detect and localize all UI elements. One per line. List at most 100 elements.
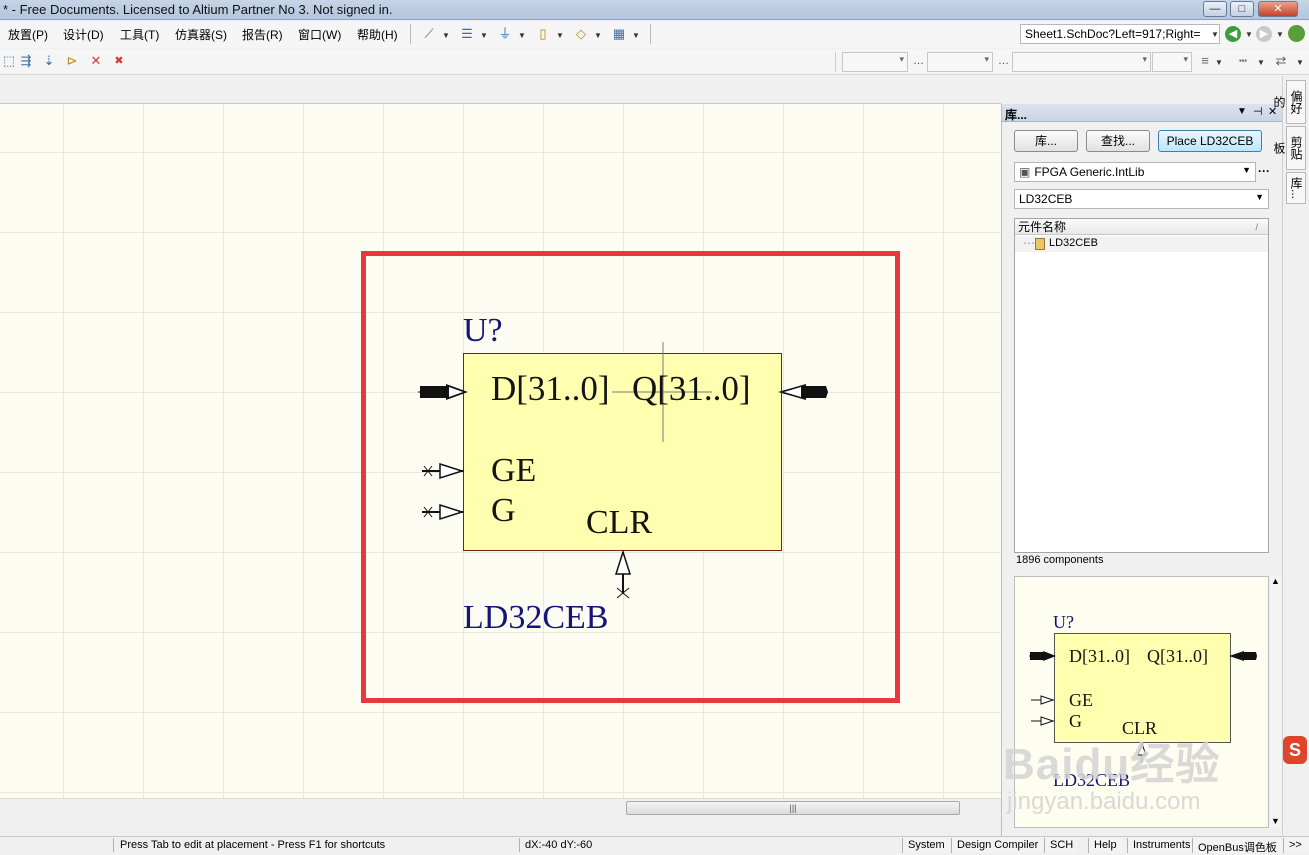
tree-line-icon: ⋯ — [1023, 236, 1035, 250]
clear-filter-icon[interactable]: ✕ — [87, 52, 105, 70]
tab-libraries[interactable]: 库... — [1286, 172, 1306, 204]
toolbar-divider — [410, 24, 411, 44]
brand-logo-icon: S — [1283, 736, 1307, 764]
menu-help[interactable]: 帮助(H) — [357, 26, 398, 43]
tab-favorites[interactable]: 偏好的 — [1272, 80, 1306, 124]
status-coords: dX:-40 dY:-60 — [525, 839, 593, 851]
title-bar: * - Free Documents. Licensed to Altium P… — [0, 0, 1309, 20]
minimize-button[interactable]: — — [1203, 1, 1227, 17]
list-item-label: LD32CEB — [1049, 237, 1098, 249]
panel-menu-icon[interactable]: ▼ — [1237, 106, 1247, 117]
scroll-up-icon[interactable]: ▲ — [1271, 576, 1280, 586]
filter-input[interactable]: LD32CEB ▼ — [1014, 189, 1269, 209]
maximize-button[interactable]: □ — [1230, 1, 1254, 17]
clear-all-icon[interactable]: ✖ — [110, 52, 128, 70]
chevron-down-icon[interactable]: ▼ — [480, 31, 488, 40]
chevron-down-icon[interactable]: ▼ — [1296, 58, 1304, 67]
pin-label-g: G — [491, 492, 516, 529]
more-options-icon[interactable]: ··· — [1258, 164, 1270, 178]
bus-pin-marker — [420, 386, 446, 398]
width-combo[interactable] — [1152, 52, 1192, 72]
panel-button-design-compiler[interactable]: Design Compiler — [951, 838, 1044, 853]
component-list[interactable]: 元件名称 / ⋯ LD32CEB — [1014, 218, 1269, 553]
chevron-down-icon[interactable]: ▼ — [1276, 30, 1284, 39]
pin-label-ge: GE — [491, 452, 537, 489]
pin-icon[interactable]: ⊣ — [1253, 105, 1263, 118]
grid-icon[interactable]: ▦ — [610, 25, 628, 43]
panel-title: 库... — [1005, 108, 1028, 122]
port-icon[interactable]: ◇ — [572, 25, 590, 43]
chevron-down-icon[interactable]: ▼ — [556, 31, 564, 40]
library-select[interactable]: ▣ FPGA Generic.IntLib ▼ — [1014, 162, 1256, 182]
component-count: 1896 components — [1016, 554, 1104, 566]
line-style-icon[interactable]: ≡ — [1196, 52, 1214, 70]
chevron-down-icon[interactable]: ▼ — [442, 31, 450, 40]
list-item[interactable]: ⋯ LD32CEB — [1015, 236, 1268, 252]
pin-label-d: D[31..0] — [491, 369, 610, 408]
align-tool-icon[interactable]: ☰ — [458, 25, 476, 43]
panel-button-help[interactable]: Help — [1088, 838, 1122, 853]
menu-simulator[interactable]: 仿真器(S) — [175, 26, 227, 43]
style-combo[interactable] — [1012, 52, 1151, 72]
preview-pin-ge: GE — [1069, 690, 1093, 710]
preview-pin-d: D[31..0] — [1069, 646, 1130, 666]
chevron-down-icon[interactable]: ▼ — [518, 31, 526, 40]
ground-power-icon[interactable]: ⏚ — [496, 25, 514, 43]
filter-value: LD32CEB — [1019, 192, 1073, 206]
menu-place[interactable]: 放置(P) — [8, 26, 48, 43]
panel-button-system[interactable]: System — [902, 838, 950, 853]
chevron-down-icon[interactable]: ▼ — [594, 31, 602, 40]
back-icon[interactable]: ◀ — [1225, 26, 1241, 42]
forward-icon[interactable]: ▶ — [1256, 26, 1272, 42]
side-tab-strip: 偏好的 剪贴板 库... — [1272, 76, 1309, 836]
preview-designator: U? — [1053, 612, 1074, 632]
select-connection-icon[interactable]: ⇣ — [40, 52, 58, 70]
location-combo[interactable]: Sheet1.SchDoc?Left=917;Right= — [1020, 24, 1220, 44]
horizontal-scrollbar[interactable]: ||| — [0, 798, 1001, 816]
more-panels-button[interactable]: >> — [1283, 838, 1309, 853]
panel-button-sch[interactable]: SCH — [1044, 838, 1079, 853]
net-label-icon[interactable]: ⊳ — [63, 52, 81, 70]
menu-tools[interactable]: 工具(T) — [120, 26, 159, 43]
tab-clipboard[interactable]: 剪贴板 — [1272, 126, 1306, 170]
status-divider — [113, 838, 114, 852]
menu-design[interactable]: 设计(D) — [63, 26, 104, 43]
schematic-canvas[interactable]: U? D[31..0] Q[31..0] GE G CLR LD32CEB — [0, 104, 1001, 798]
dashed-line-icon[interactable]: ┅ — [1234, 52, 1252, 70]
chevron-down-icon: ▼ — [1242, 165, 1251, 175]
list-header[interactable]: 元件名称 / — [1015, 219, 1268, 235]
panel-button-openbus[interactable]: OpenBus调色板 — [1192, 838, 1282, 854]
column-header-name: 元件名称 — [1018, 220, 1067, 234]
cross-probe-icon[interactable]: ⇶ — [17, 52, 35, 70]
panel-button-instruments[interactable]: Instruments — [1127, 838, 1196, 853]
status-divider — [519, 838, 520, 852]
chevron-down-icon[interactable]: ▼ — [1215, 58, 1223, 67]
watermark-url: jingyan.baidu.com — [1007, 788, 1201, 815]
size-combo[interactable] — [927, 52, 993, 72]
home-globe-icon[interactable] — [1288, 25, 1305, 42]
close-button[interactable]: ✕ — [1258, 1, 1298, 17]
chevron-down-icon[interactable]: ▼ — [1257, 58, 1265, 67]
zoom-fit-icon[interactable]: ⬚ — [0, 52, 18, 70]
ellipsis-icon[interactable]: … — [913, 55, 924, 67]
menu-reports[interactable]: 报告(R) — [242, 26, 283, 43]
scrollbar-thumb[interactable]: ||| — [626, 801, 960, 815]
libraries-button[interactable]: 库... — [1014, 130, 1078, 152]
font-combo[interactable] — [842, 52, 908, 72]
chevron-down-icon[interactable]: ▼ — [1245, 30, 1253, 39]
panel-header: 库... ▼ ⊣ ✕ — [1002, 104, 1282, 122]
scroll-down-icon[interactable]: ▼ — [1271, 816, 1280, 826]
part-icon[interactable]: ▯ — [534, 25, 552, 43]
status-bar: Press Tab to edit at placement - Press F… — [0, 836, 1309, 854]
arrange-icon[interactable]: ⇄ — [1272, 52, 1290, 70]
library-name: FPGA Generic.IntLib — [1034, 165, 1145, 179]
menu-window[interactable]: 窗口(W) — [298, 26, 341, 43]
chevron-down-icon[interactable]: ▼ — [632, 31, 640, 40]
place-component-button[interactable]: Place LD32CEB — [1158, 130, 1262, 152]
pin-label-clr: CLR — [586, 504, 653, 541]
ellipsis-icon[interactable]: … — [998, 55, 1009, 67]
wire-tool-icon[interactable]: ⟋ — [420, 25, 438, 43]
search-button[interactable]: 查找... — [1086, 130, 1150, 152]
chevron-down-icon[interactable]: ▼ — [1211, 30, 1219, 39]
preview-scrollbar[interactable]: ▲ ▼ — [1270, 576, 1282, 828]
